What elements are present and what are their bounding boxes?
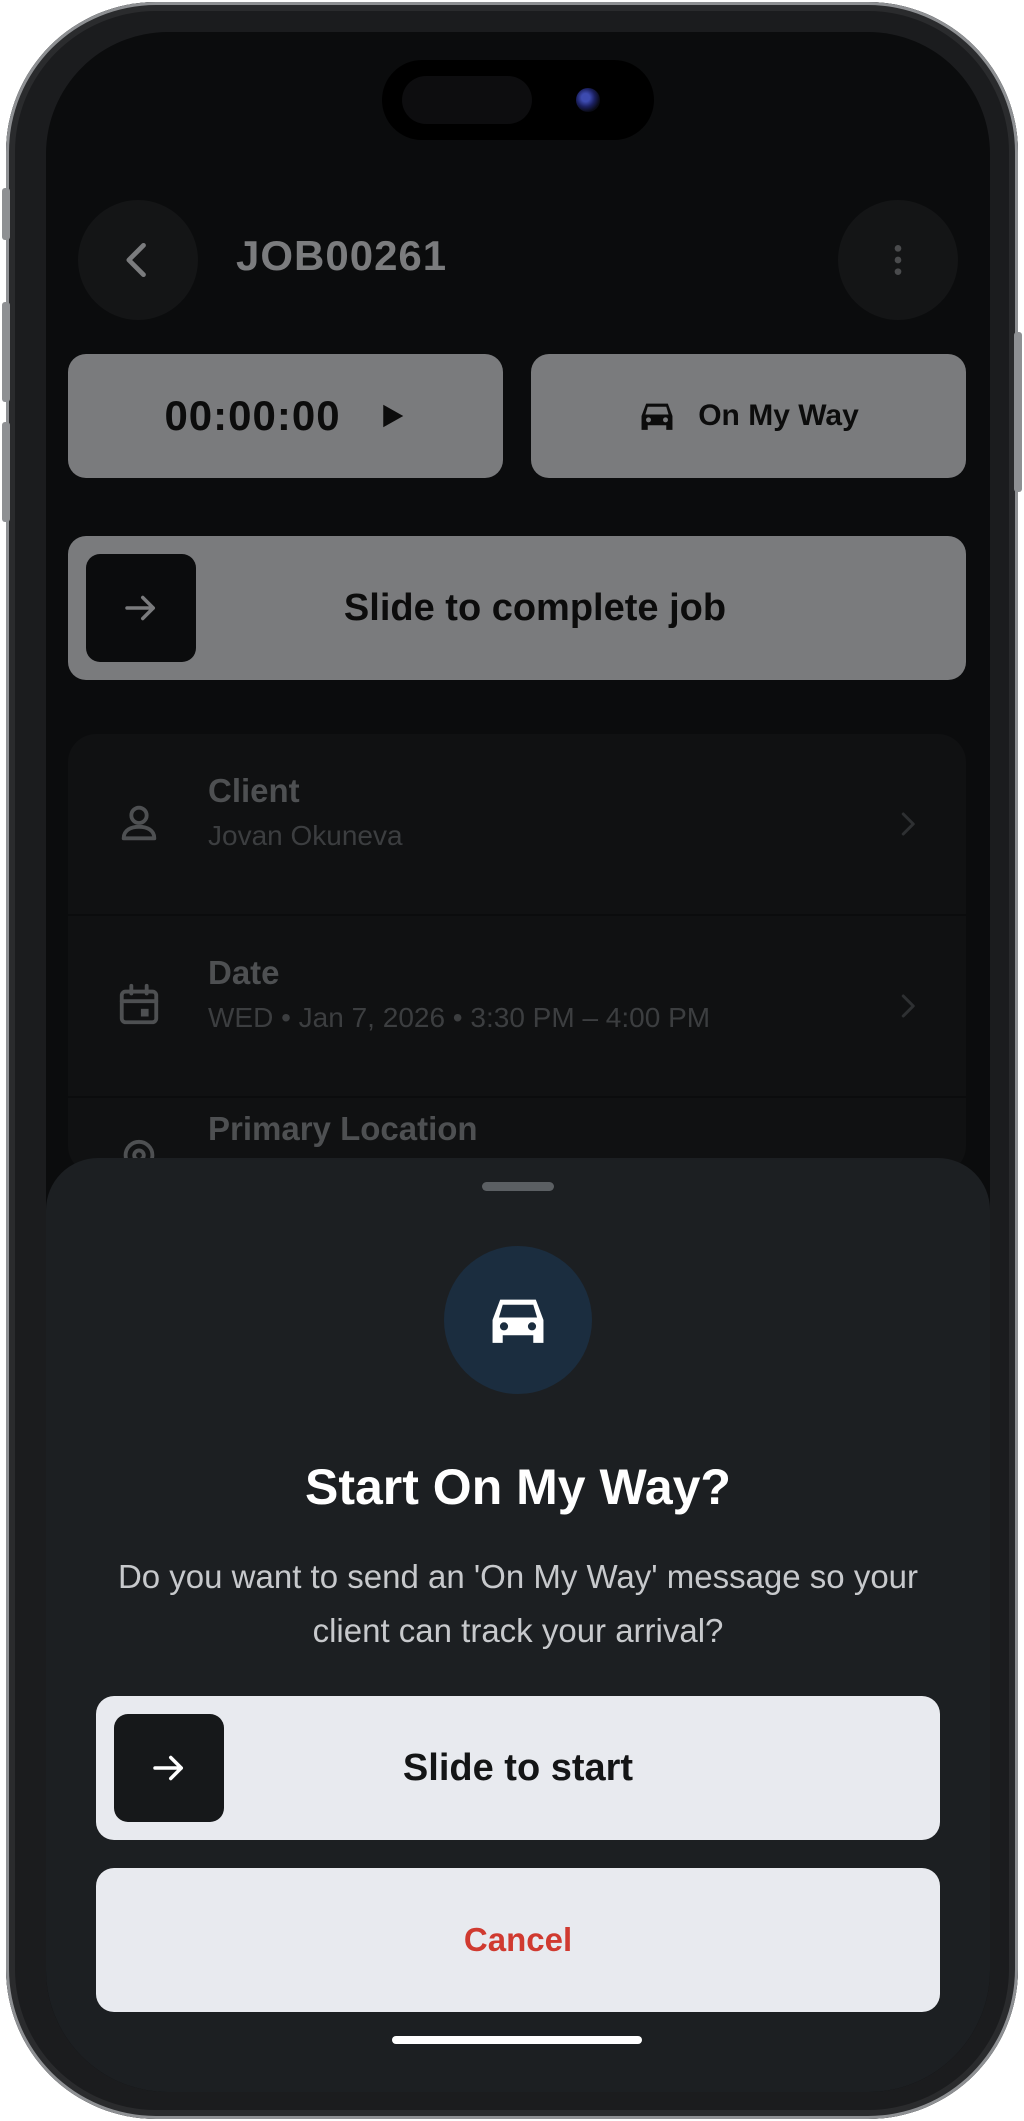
- play-icon: [382, 404, 403, 428]
- more-vertical-icon: [894, 245, 902, 275]
- dynamic-island: [382, 60, 654, 140]
- arrow-right-icon: [125, 595, 155, 621]
- on-my-way-sheet: Start On My Way? Do you want to send an …: [46, 1158, 990, 2092]
- timer-value: 00:00:00: [164, 392, 341, 439]
- slide-to-complete-handle[interactable]: [86, 554, 196, 662]
- slide-to-complete-slider[interactable]: Slide to complete job: [68, 536, 966, 680]
- more-options-button[interactable]: [838, 200, 958, 320]
- volume-down-button: [2, 422, 10, 522]
- car-icon: [492, 1299, 544, 1343]
- date-value: WED • Jan 7, 2026 • 3:30 PM – 4:00 PM: [208, 1002, 711, 1033]
- date-row[interactable]: Date WED • Jan 7, 2026 • 3:30 PM – 4:00 …: [68, 916, 966, 1096]
- slide-to-start-handle[interactable]: [114, 1714, 224, 1822]
- island-sensor: [402, 76, 532, 124]
- back-button[interactable]: [78, 200, 198, 320]
- job-details-card: Client Jovan Okuneva Date WED • Jan 7, 2…: [68, 734, 966, 1181]
- camera-lens: [576, 88, 600, 112]
- sheet-icon-badge: [444, 1246, 592, 1394]
- home-indicator[interactable]: [392, 2036, 642, 2044]
- person-icon: [121, 805, 157, 841]
- timer-button[interactable]: 00:00:00: [68, 354, 503, 478]
- on-my-way-button[interactable]: On My Way: [531, 354, 966, 478]
- screen: JOB00261 00:00:00 On My Way Slide to com…: [46, 32, 990, 2092]
- primary-location-label: Primary Location: [208, 1110, 478, 1147]
- volume-up-button: [2, 302, 10, 402]
- car-icon: [641, 403, 673, 430]
- chevron-right-icon: [901, 994, 915, 1018]
- on-my-way-label: On My Way: [698, 399, 859, 432]
- job-title: JOB00261: [236, 232, 448, 279]
- date-label: Date: [208, 954, 280, 991]
- chevron-right-icon: [901, 812, 915, 836]
- client-label: Client: [208, 772, 300, 809]
- calendar-icon: [119, 983, 159, 1025]
- sheet-title: Start On My Way?: [305, 1459, 731, 1515]
- client-row[interactable]: Client Jovan Okuneva: [68, 734, 966, 914]
- sheet-grabber[interactable]: [482, 1182, 554, 1191]
- phone-frame: JOB00261 00:00:00 On My Way Slide to com…: [2, 2, 1022, 2119]
- chevron-left-icon: [126, 242, 146, 278]
- mute-switch: [2, 188, 10, 240]
- power-button: [1014, 332, 1022, 492]
- slide-to-complete-label: Slide to complete job: [343, 586, 727, 629]
- client-name: Jovan Okuneva: [208, 820, 403, 851]
- cancel-button[interactable]: Cancel: [96, 1868, 940, 2012]
- arrow-right-icon: [153, 1755, 183, 1781]
- sheet-message: Do you want to send an 'On My Way' messa…: [117, 1558, 919, 1649]
- slide-to-start-slider[interactable]: Slide to start: [96, 1696, 940, 1840]
